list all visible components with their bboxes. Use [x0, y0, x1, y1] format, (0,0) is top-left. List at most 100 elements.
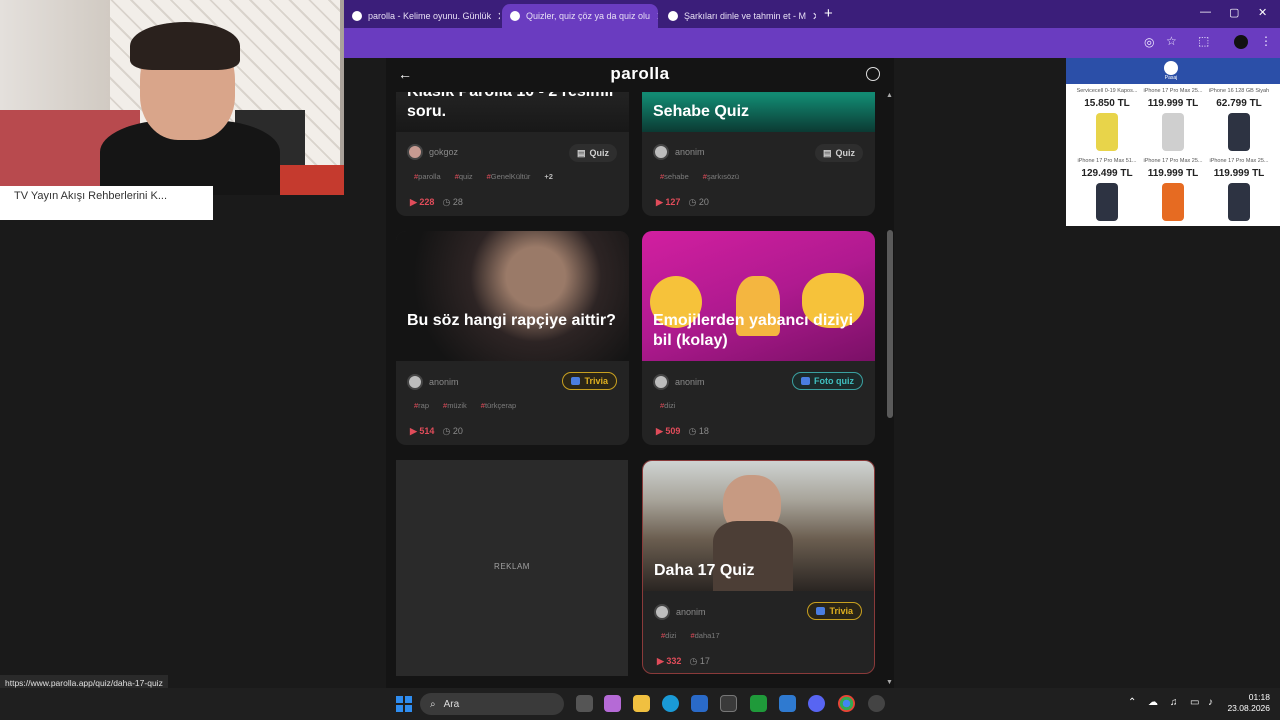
settings-icon[interactable]	[779, 695, 796, 712]
quiz-tags: sehabeşarkısözü	[660, 172, 739, 181]
tab-sarkilar[interactable]: Şarkıları dinle ve tahmin et - M ✕	[660, 4, 816, 28]
avatar	[407, 374, 423, 390]
ad-product[interactable]: iPhone 16 128 GB Siyah 62.799 TL	[1206, 88, 1272, 151]
store-icon[interactable]	[720, 695, 737, 712]
quiz-author: anonim	[653, 144, 705, 160]
ad-brand: Pasaj	[1164, 75, 1178, 81]
tab-quizler[interactable]: Quizler, quiz çöz ya da quiz olu ✕	[502, 4, 658, 28]
question-count: ◷ 28	[442, 197, 463, 207]
ad-product[interactable]: iPhone 17 Pro Max 51... 129.499 TL	[1074, 158, 1140, 221]
scrollbar-thumb[interactable]	[887, 230, 893, 418]
extensions-icon[interactable]: ⬚	[1198, 34, 1209, 48]
chrome-icon[interactable]	[838, 695, 855, 712]
file-explorer-icon[interactable]	[633, 695, 650, 712]
cloud-icon[interactable]: ☁	[1148, 697, 1158, 708]
new-tab-button[interactable]: +	[824, 5, 833, 22]
quiz-tags: dizi	[660, 401, 675, 410]
task-view-icon[interactable]	[576, 695, 593, 712]
quiz-author: anonim	[407, 374, 459, 390]
quiz-icon: ▤	[822, 147, 832, 158]
discord-icon[interactable]	[808, 695, 825, 712]
browser-toolbar	[344, 28, 1280, 58]
quiz-stats: ▶ 509 ◷ 18	[656, 426, 709, 437]
avatar	[407, 144, 423, 160]
user-circle-icon[interactable]	[866, 67, 880, 81]
arrow-left-icon[interactable]: ←	[398, 66, 412, 82]
trivia-icon	[816, 607, 826, 615]
pasaj-logo-icon	[1164, 61, 1178, 75]
scroll-up-icon[interactable]: ▲	[886, 92, 893, 99]
avatar	[653, 374, 669, 390]
quiz-stats: ▶ 332 ◷ 17	[657, 656, 710, 667]
chevron-up-icon[interactable]: ⌃	[1128, 697, 1136, 708]
parolla-favicon-icon	[352, 11, 362, 21]
quiz-title: Sehabe Quiz	[653, 103, 750, 120]
ad-label: REKLAM	[494, 562, 530, 571]
quiz-author: gokgoz	[407, 144, 458, 160]
eye-off-icon[interactable]: ◎	[1144, 35, 1154, 49]
quiz-tags: dizidaha17	[661, 631, 719, 640]
webcam-overlay	[0, 0, 344, 195]
pasaj-ad-banner[interactable]: Pasaj Servicecell 0-19 Kapos... 15.850 TL…	[1066, 58, 1280, 226]
copilot-icon[interactable]	[604, 695, 621, 712]
quiz-type-badge: ▤ Quiz	[568, 144, 617, 162]
parolla-favicon-icon	[668, 11, 678, 21]
play-icon: ▶ 228	[410, 197, 435, 207]
quiz-stats: ▶ 514 ◷ 20	[410, 426, 463, 437]
close-tab-icon[interactable]: ✕	[656, 10, 658, 23]
photo-icon	[801, 377, 810, 385]
taskbar-search[interactable]: ⌕ Ara	[420, 693, 564, 715]
quiz-card[interactable]: Daha 17 Quiz anonim Trivia dizidaha17 ▶ …	[642, 460, 875, 674]
quiz-tags: rapmüziktürkçerap	[414, 401, 516, 410]
quiz-type-badge: Trivia	[562, 372, 617, 390]
taskbar-clock[interactable]: 01:18 23.08.2026	[1226, 692, 1270, 714]
ad-product[interactable]: iPhone 17 Pro Max 25... 119.999 TL	[1206, 158, 1272, 221]
edge-icon[interactable]	[662, 695, 679, 712]
close-window-button[interactable]: ✕	[1258, 6, 1267, 19]
question-count: ◷ 20	[688, 197, 709, 207]
play-icon: ▶ 332	[657, 656, 682, 666]
quiz-title: Daha 17 Quiz	[654, 562, 755, 579]
parolla-favicon-icon	[510, 11, 520, 21]
outlook-icon[interactable]	[691, 695, 708, 712]
quiz-tags: parollaquizGenelKültür+2	[414, 172, 553, 181]
quiz-type-badge: Foto quiz	[792, 372, 863, 390]
windows-start-icon[interactable]	[396, 696, 412, 712]
ad-product[interactable]: Servicecell 0-19 Kapos... 15.850 TL	[1074, 88, 1140, 151]
obs-icon[interactable]	[868, 695, 885, 712]
volume-icon[interactable]: ♪	[1208, 697, 1213, 708]
app-logo[interactable]: parolla	[540, 64, 740, 84]
quiz-type-badge: Trivia	[807, 602, 862, 620]
tab-parolla[interactable]: parolla - Kelime oyunu. Günlük ✕	[344, 4, 500, 28]
avatar	[654, 604, 670, 620]
play-icon: ▶ 514	[410, 426, 435, 436]
star-icon[interactable]: ☆	[1166, 34, 1177, 48]
quiz-author: anonim	[654, 604, 706, 620]
microphone-icon[interactable]: ♫	[1170, 697, 1178, 708]
quiz-title: Bu söz hangi rapçiye aittir?	[407, 312, 616, 329]
question-count: ◷ 17	[689, 656, 710, 666]
quiz-title: Emojilerden yabancı diziyi bil (kolay)	[653, 312, 854, 349]
quiz-card[interactable]: Emojilerden yabancı diziyi bil (kolay) a…	[642, 231, 875, 445]
quiz-stats: ▶ 228 ◷ 28	[410, 197, 463, 208]
avatar	[653, 144, 669, 160]
webcam-caption: TV Yayın Akışı Rehberlerini K...	[0, 186, 213, 220]
close-tab-icon[interactable]: ✕	[497, 10, 500, 23]
xbox-icon[interactable]	[750, 695, 767, 712]
menu-dots-icon[interactable]: ⋮	[1260, 34, 1272, 48]
quiz-author: anonim	[653, 374, 705, 390]
search-icon: ⌕	[430, 698, 436, 710]
ad-product[interactable]: iPhone 17 Pro Max 25... 119.999 TL	[1140, 158, 1206, 221]
ad-product[interactable]: iPhone 17 Pro Max 25... 119.999 TL	[1140, 88, 1206, 151]
quiz-icon: ▤	[576, 147, 586, 158]
quiz-type-badge: ▤ Quiz	[814, 144, 863, 162]
network-icon[interactable]: ▭	[1190, 697, 1199, 708]
maximize-button[interactable]: ▢	[1229, 6, 1239, 19]
close-tab-icon[interactable]: ✕	[812, 10, 816, 23]
trivia-icon	[571, 377, 581, 385]
quiz-card[interactable]: Bu söz hangi rapçiye aittir? anonim Triv…	[396, 231, 629, 445]
minimize-button[interactable]: —	[1200, 6, 1211, 18]
play-icon: ▶ 127	[656, 197, 681, 207]
profile-avatar[interactable]	[1234, 35, 1248, 49]
scroll-down-icon[interactable]: ▼	[886, 679, 893, 686]
